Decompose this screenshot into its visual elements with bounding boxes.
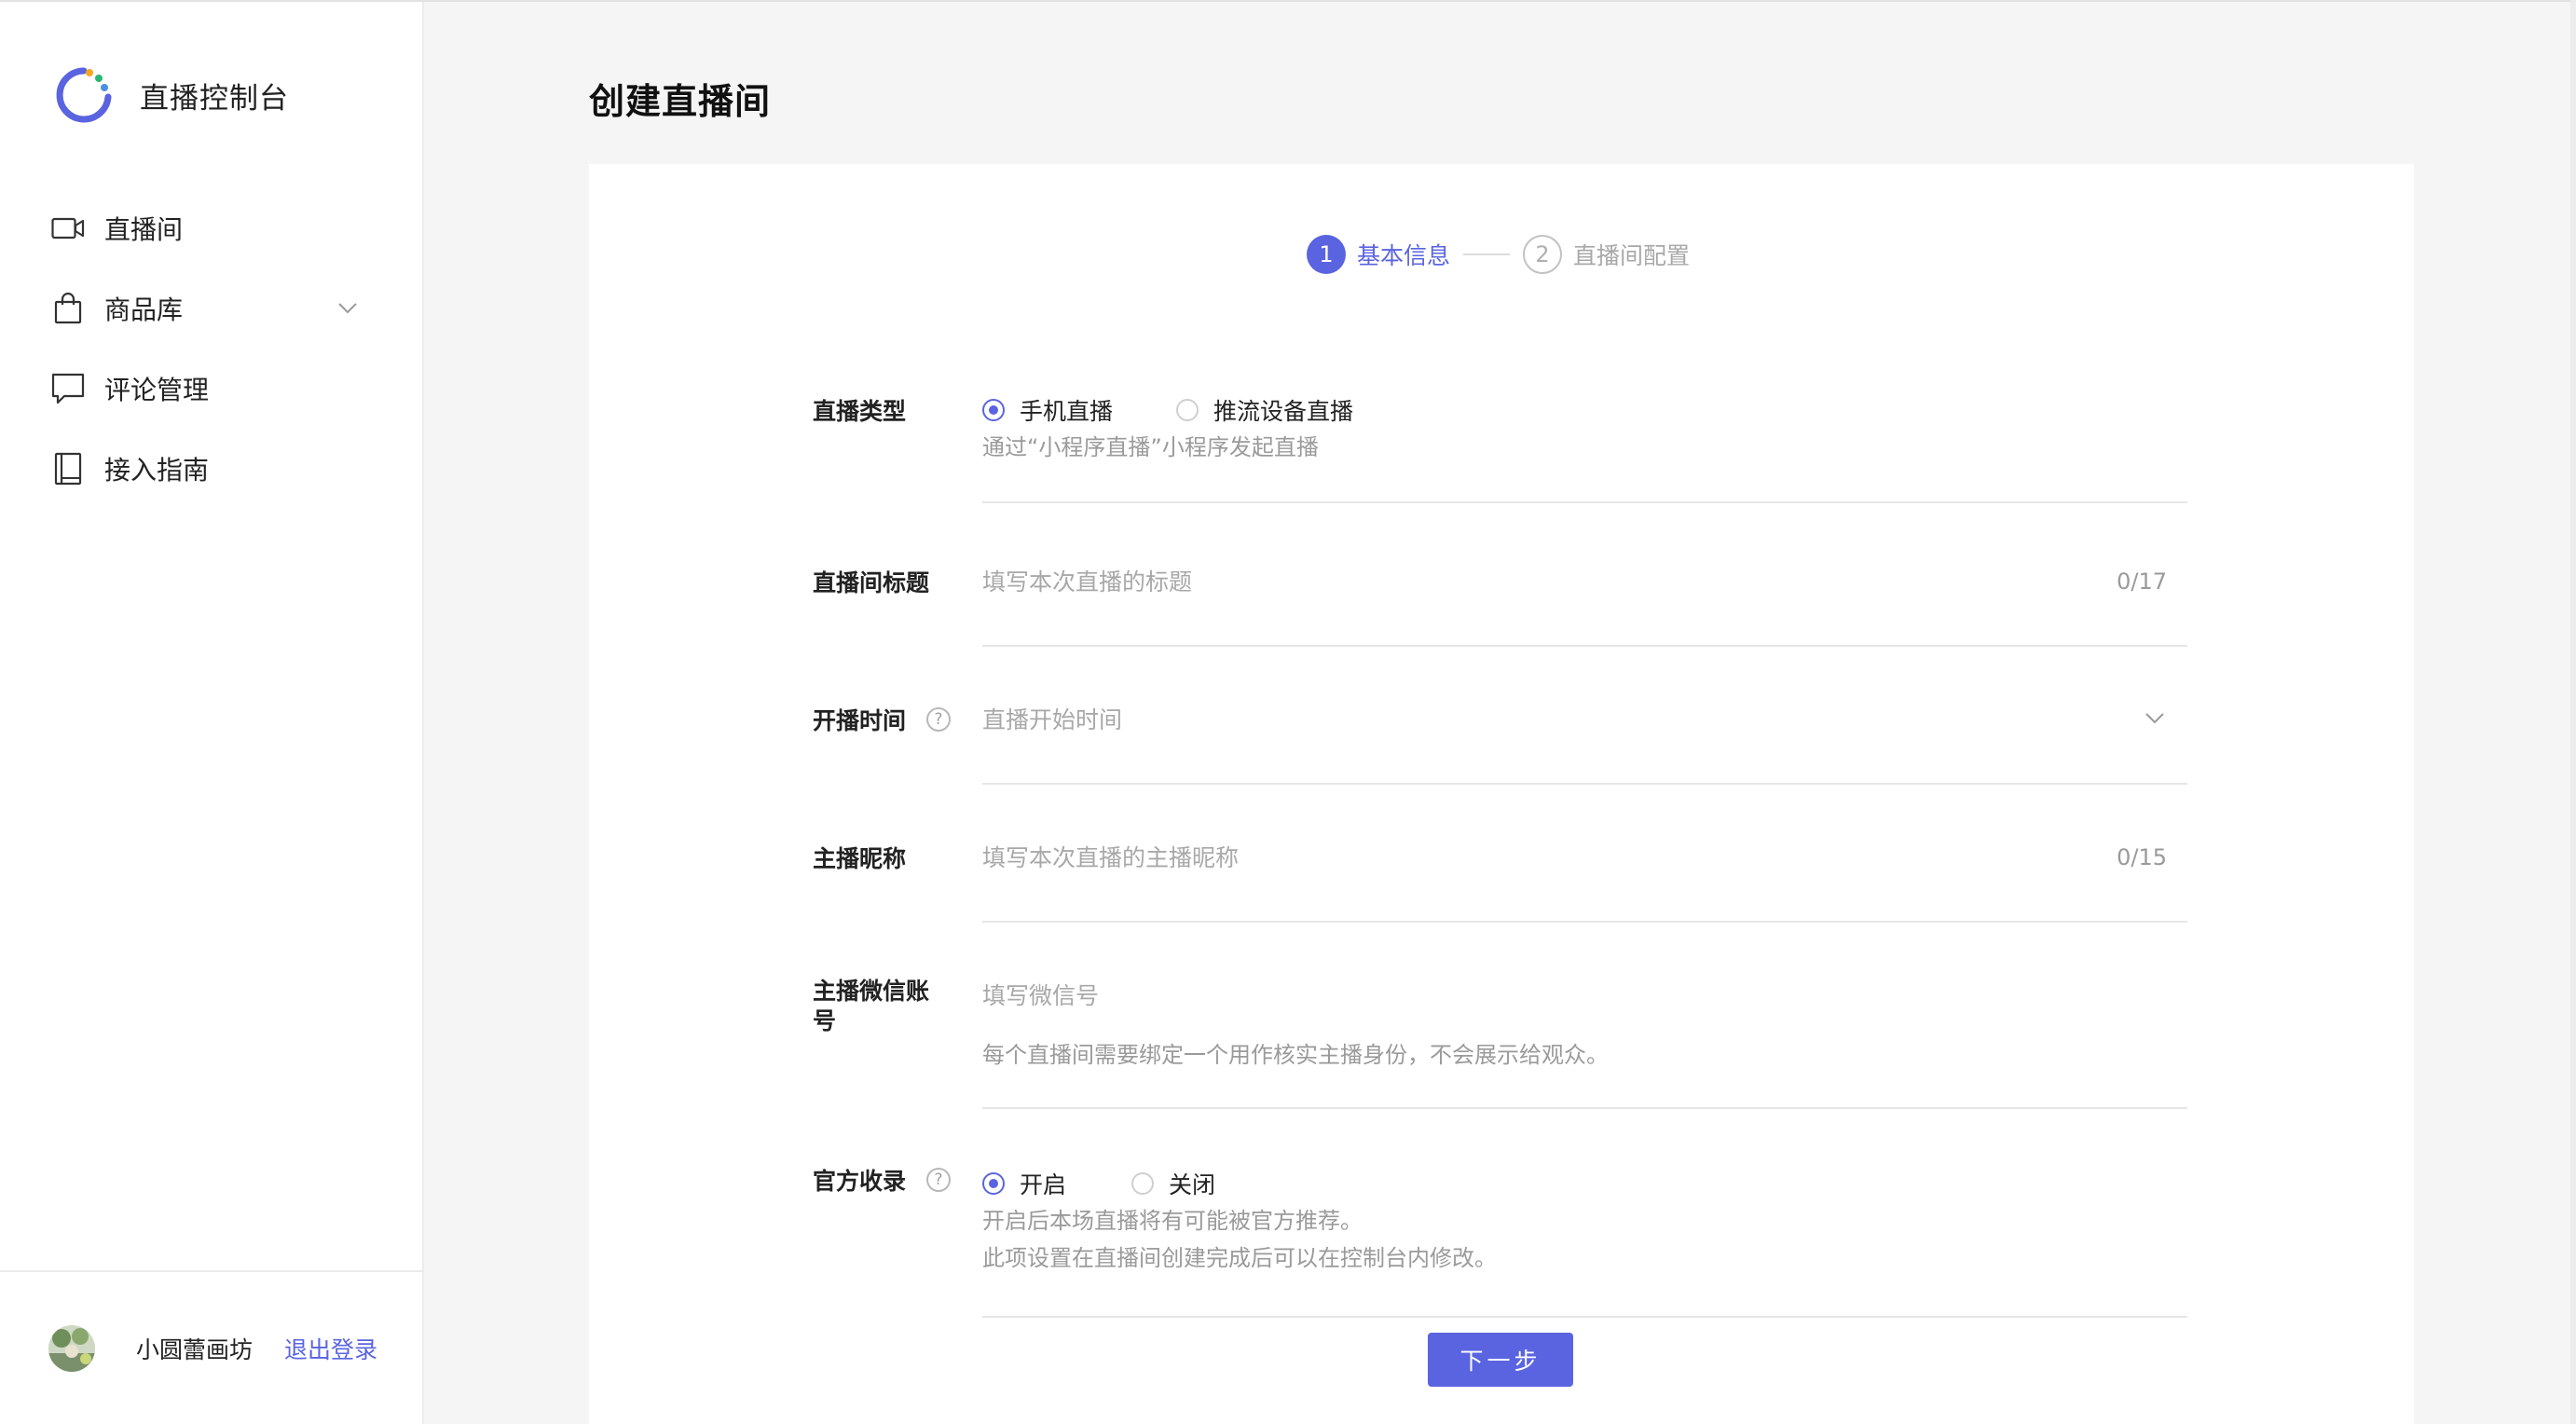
video-camera-icon bbox=[50, 211, 86, 246]
radio-mobile-live[interactable]: 手机直播 bbox=[982, 393, 1113, 427]
title-char-counter: 0/17 bbox=[2117, 568, 2167, 595]
brand[interactable]: 直播控制台 bbox=[52, 62, 289, 129]
live-type-field: 手机直播 推流设备直播 通过“小程序直播”小程序发起直播 bbox=[982, 391, 2187, 466]
comment-icon bbox=[50, 371, 86, 406]
radio-label: 关闭 bbox=[1169, 1171, 1216, 1198]
book-icon bbox=[50, 451, 86, 486]
sidebar-item-comment-management[interactable]: 评论管理 bbox=[0, 349, 422, 429]
anchor-nickname-char-counter: 0/15 bbox=[2117, 844, 2167, 870]
live-console-logo-icon bbox=[56, 67, 112, 123]
official-collection-label-wrap: 官方收录 ? bbox=[813, 1161, 952, 1198]
radio-enable[interactable]: 开启 bbox=[982, 1167, 1066, 1200]
official-collection-radio-group: 开启 关闭 bbox=[982, 1165, 2187, 1202]
sidebar-item-product-library[interactable]: 商品库 bbox=[0, 268, 422, 349]
live-type-radio-group: 手机直播 推流设备直播 bbox=[982, 391, 2187, 429]
anchor-wechat-field: 每个直播间需要绑定一个用作核实主播身份，不会展示给观众。 bbox=[982, 977, 2187, 1074]
anchor-wechat-label: 主播微信账 号 bbox=[813, 977, 929, 1036]
live-type-hint: 通过“小程序直播”小程序发起直播 bbox=[982, 434, 1319, 460]
username: 小圆蕾画坊 bbox=[136, 1335, 253, 1363]
official-collection-label: 官方收录 bbox=[813, 1168, 907, 1195]
shopping-bag-icon bbox=[50, 291, 86, 326]
anchor-wechat-input[interactable] bbox=[982, 977, 2187, 1014]
divider bbox=[982, 783, 2187, 785]
radio-label: 推流设备直播 bbox=[1213, 398, 1354, 425]
anchor-nickname-input[interactable] bbox=[982, 839, 2187, 876]
help-icon[interactable]: ? bbox=[926, 707, 952, 732]
divider bbox=[982, 645, 2187, 647]
chevron-down-icon[interactable] bbox=[2141, 705, 2169, 733]
app-name: 直播控制台 bbox=[140, 81, 289, 116]
radio-stream-device-live[interactable]: 推流设备直播 bbox=[1176, 393, 1353, 427]
logout-link[interactable]: 退出登录 bbox=[284, 1332, 377, 1365]
official-collection-field: 开启 关闭 开启后本场直播将有可能被官方推荐。 此项设置在直播间创建完成后可以在… bbox=[982, 1165, 2187, 1277]
window-right-edge bbox=[2570, 0, 2576, 1424]
sidebar-nav: 直播间 商品库 评论管理 接入指南 bbox=[0, 188, 422, 509]
live-type-row: 直播类型 手机直播 推流设备直播 通过“小程序直播”小程序发起直播 bbox=[813, 391, 2187, 503]
start-time-label: 开播时间 bbox=[813, 707, 907, 734]
title-input[interactable] bbox=[982, 563, 2187, 600]
create-room-card: 1 基本信息 2 直播间配置 直播类型 手机直播 推流设备直播 通过“小程序直播… bbox=[589, 164, 2414, 1424]
step-2-number: 2 bbox=[1523, 235, 1563, 274]
anchor-nickname-label: 主播昵称 bbox=[813, 845, 907, 872]
radio-checked-icon bbox=[982, 399, 1005, 421]
radio-disable[interactable]: 关闭 bbox=[1131, 1167, 1215, 1200]
divider bbox=[982, 1316, 2187, 1318]
help-icon[interactable]: ? bbox=[926, 1168, 952, 1192]
avatar[interactable] bbox=[48, 1324, 95, 1372]
start-time-field[interactable] bbox=[982, 701, 2187, 738]
official-collection-hint-line1: 开启后本场直播将有可能被官方推荐。 bbox=[982, 1208, 1363, 1234]
anchor-nickname-row: 主播昵称 0/15 bbox=[813, 839, 2187, 932]
radio-checked-icon bbox=[982, 1172, 1005, 1195]
official-collection-hint-line2: 此项设置在直播间创建完成后可以在控制台内修改。 bbox=[982, 1245, 1497, 1271]
title-row: 直播间标题 0/17 bbox=[813, 563, 2187, 656]
sidebar-item-label: 直播间 bbox=[104, 214, 184, 245]
title-field: 0/17 bbox=[982, 563, 2187, 600]
step-2-label: 直播间配置 bbox=[1573, 242, 1691, 269]
radio-label: 手机直播 bbox=[1020, 398, 1114, 425]
official-collection-row: 官方收录 ? 开启 关闭 开启后本场直播将有可能被官方推荐。 此项设置在直播间创… bbox=[813, 1161, 2187, 1320]
page-title: 创建直播间 bbox=[589, 81, 772, 122]
divider bbox=[982, 1107, 2187, 1109]
sidebar-item-live-room[interactable]: 直播间 bbox=[0, 188, 422, 268]
sidebar-item-label: 接入指南 bbox=[104, 455, 210, 486]
chevron-down-icon[interactable] bbox=[335, 295, 361, 322]
live-type-label: 直播类型 bbox=[813, 398, 907, 425]
anchor-wechat-label-line2: 号 bbox=[813, 1007, 837, 1034]
divider bbox=[982, 501, 2187, 503]
start-time-label-wrap: 开播时间 ? bbox=[813, 701, 952, 738]
anchor-nickname-field: 0/15 bbox=[982, 839, 2187, 876]
sidebar-item-label: 评论管理 bbox=[104, 375, 210, 405]
title-label: 直播间标题 bbox=[813, 569, 930, 596]
radio-unchecked-icon bbox=[1176, 399, 1199, 421]
anchor-wechat-row: 主播微信账 号 每个直播间需要绑定一个用作核实主播身份，不会展示给观众。 bbox=[813, 977, 2187, 1116]
sidebar: 直播控制台 直播间 商品库 评论管理 接入指南 小圆蕾画坊 退出登录 bbox=[0, 2, 424, 1424]
sidebar-user-panel: 小圆蕾画坊 退出登录 bbox=[0, 1270, 422, 1424]
start-time-select[interactable] bbox=[982, 701, 2187, 738]
next-step-button[interactable]: 下一步 bbox=[1428, 1333, 1573, 1387]
step-connector bbox=[1463, 253, 1511, 255]
start-time-row: 开播时间 ? bbox=[813, 701, 2187, 794]
radio-unchecked-icon bbox=[1131, 1172, 1155, 1195]
sidebar-item-label: 商品库 bbox=[104, 294, 184, 325]
sidebar-item-access-guide[interactable]: 接入指南 bbox=[0, 429, 422, 509]
anchor-wechat-hint: 每个直播间需要绑定一个用作核实主播身份，不会展示给观众。 bbox=[982, 1042, 1609, 1068]
anchor-wechat-label-line1: 主播微信账 bbox=[813, 978, 930, 1005]
step-indicator: 1 基本信息 2 直播间配置 bbox=[1307, 231, 1690, 278]
divider bbox=[982, 921, 2187, 923]
step-1-number: 1 bbox=[1307, 235, 1346, 274]
radio-label: 开启 bbox=[1020, 1171, 1067, 1198]
step-1-label: 基本信息 bbox=[1357, 242, 1451, 269]
